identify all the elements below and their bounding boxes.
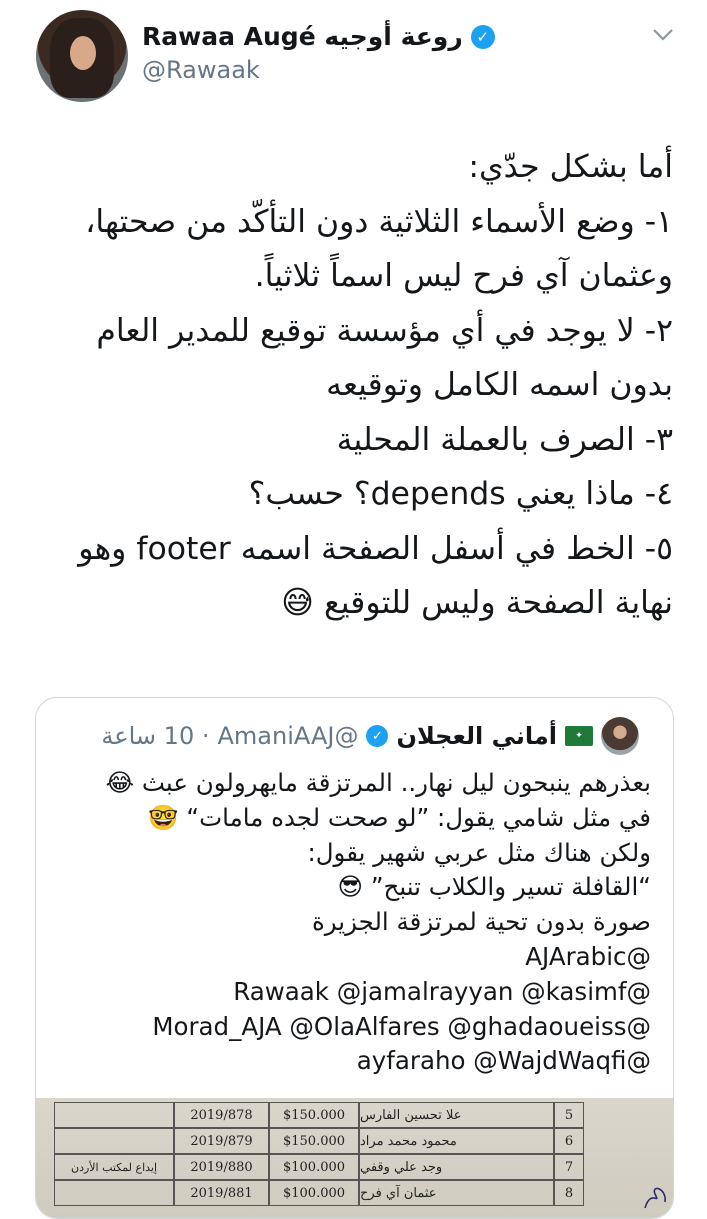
author-display-name[interactable]: Rawaa Augé روعة أوجيه <box>142 22 463 51</box>
mention-line[interactable]: @Rawaak @jamalrayyan @kasimf <box>51 975 651 1010</box>
quoted-author-avatar[interactable] <box>601 717 639 755</box>
mention-line[interactable]: @ayfaraho @WajdWaqfi <box>51 1044 651 1079</box>
author-avatar[interactable] <box>36 10 128 102</box>
doc-name: وجد علي وقفي <box>359 1154 554 1180</box>
doc-amount: $150.000 <box>269 1128 359 1154</box>
tweet-line: نهاية الصفحة وليس للتوقيع 😅 <box>281 585 673 621</box>
tweet-line: ٢- لا يوجد في أي مؤسسة توقيع للمدير العا… <box>96 312 673 349</box>
quoted-author-name[interactable]: أماني العجلان <box>396 722 557 750</box>
tweet-line: ١- وضع الأسماء الثلاثية دون التأكّد من ص… <box>85 203 673 240</box>
doc-name: علا تحسين الفارس <box>359 1102 554 1128</box>
doc-num: 7 <box>554 1154 584 1180</box>
tweet-line: وعثمان آي فرح ليس اسماً ثلاثياً. <box>254 258 673 294</box>
mention-line[interactable]: @Morad_AJA @OlaAlfares @ghadaoueiss <box>51 1010 651 1045</box>
doc-num: 8 <box>554 1180 584 1206</box>
tweet-line: أما بشكل جدّي: <box>468 149 673 185</box>
document-row: 2019/878 $150.000 علا تحسين الفارس 5 <box>54 1102 654 1128</box>
mention-line[interactable]: @AJArabic <box>51 940 651 975</box>
doc-note: إيداع لمكتب الأردن <box>54 1154 174 1180</box>
quoted-author-handle[interactable]: @AmaniAAJ <box>217 722 358 750</box>
tweet-header: Rawaa Augé روعة أوجيه ✓ @Rawaak <box>0 0 707 115</box>
doc-amount: $100.000 <box>269 1180 359 1206</box>
quoted-tweet-time[interactable]: · 10 ساعة <box>101 722 209 750</box>
attached-document-image[interactable]: 2019/878 $150.000 علا تحسين الفارس 5 201… <box>36 1098 673 1218</box>
doc-ref: 2019/881 <box>174 1180 269 1206</box>
document-row: 2019/881 $100.000 عثمان آي فرح 8 <box>54 1180 654 1206</box>
verified-badge-icon: ✓ <box>366 725 389 747</box>
quoted-line: صورة بدون تحية لمرتزقة الجزيرة <box>311 907 651 937</box>
quoted-tweet-text: بعذرهم ينبحون ليل نهار.. المرتزقة مايهرو… <box>51 766 651 1079</box>
saudi-flag-icon: ✦ <box>565 726 593 746</box>
tweet-line: ٣- الصرف بالعملة المحلية <box>336 421 673 458</box>
doc-num: 5 <box>554 1102 584 1128</box>
doc-num: 6 <box>554 1128 584 1154</box>
doc-amount: $150.000 <box>269 1102 359 1128</box>
quoted-line: “القافلة تسير والكلاب تنبح” 😎 <box>337 872 652 902</box>
tweet-text: أما بشكل جدّي: ١- وضع الأسماء الثلاثية د… <box>33 140 673 631</box>
doc-name: عثمان آي فرح <box>359 1180 554 1206</box>
doc-amount: $100.000 <box>269 1154 359 1180</box>
verified-badge-icon: ✓ <box>470 24 495 49</box>
doc-ref: 2019/878 <box>174 1102 269 1128</box>
doc-note <box>54 1102 174 1128</box>
tweet-line: بدون اسمه الكامل وتوقيعه <box>326 367 673 403</box>
doc-note <box>54 1128 174 1154</box>
chevron-down-icon[interactable] <box>652 28 674 42</box>
doc-name: محمود محمد مراد <box>359 1128 554 1154</box>
tweet-line: ٥- الخط في أسفل الصفحة اسمه footer وهو <box>78 530 673 567</box>
document-row: إيداع لمكتب الأردن 2019/880 $100.000 وجد… <box>54 1154 654 1180</box>
doc-ref: 2019/880 <box>174 1154 269 1180</box>
quoted-line: ولكن هناك مثل عربي شهير يقول: <box>307 837 652 867</box>
doc-ref: 2019/879 <box>174 1128 269 1154</box>
quoted-line: في مثل شامي يقول: ”لو صحت لجده مامات“ 🤓 <box>148 802 651 832</box>
quoted-tweet-header: ✦ أماني العجلان ✓ @AmaniAAJ · 10 ساعة <box>101 716 639 756</box>
handwritten-signature <box>644 1187 666 1209</box>
quoted-line: بعذرهم ينبحون ليل نهار.. المرتزقة مايهرو… <box>105 768 651 797</box>
tweet-line: ٤- ماذا يعني depends؟ حسب؟ <box>248 476 673 512</box>
author-handle[interactable]: @Rawaak <box>142 56 260 84</box>
author-name-row[interactable]: Rawaa Augé روعة أوجيه ✓ <box>142 22 495 51</box>
document-row: 2019/879 $150.000 محمود محمد مراد 6 <box>54 1128 654 1154</box>
doc-note <box>54 1180 174 1206</box>
quoted-tweet-card[interactable]: ✦ أماني العجلان ✓ @AmaniAAJ · 10 ساعة بع… <box>35 697 674 1219</box>
